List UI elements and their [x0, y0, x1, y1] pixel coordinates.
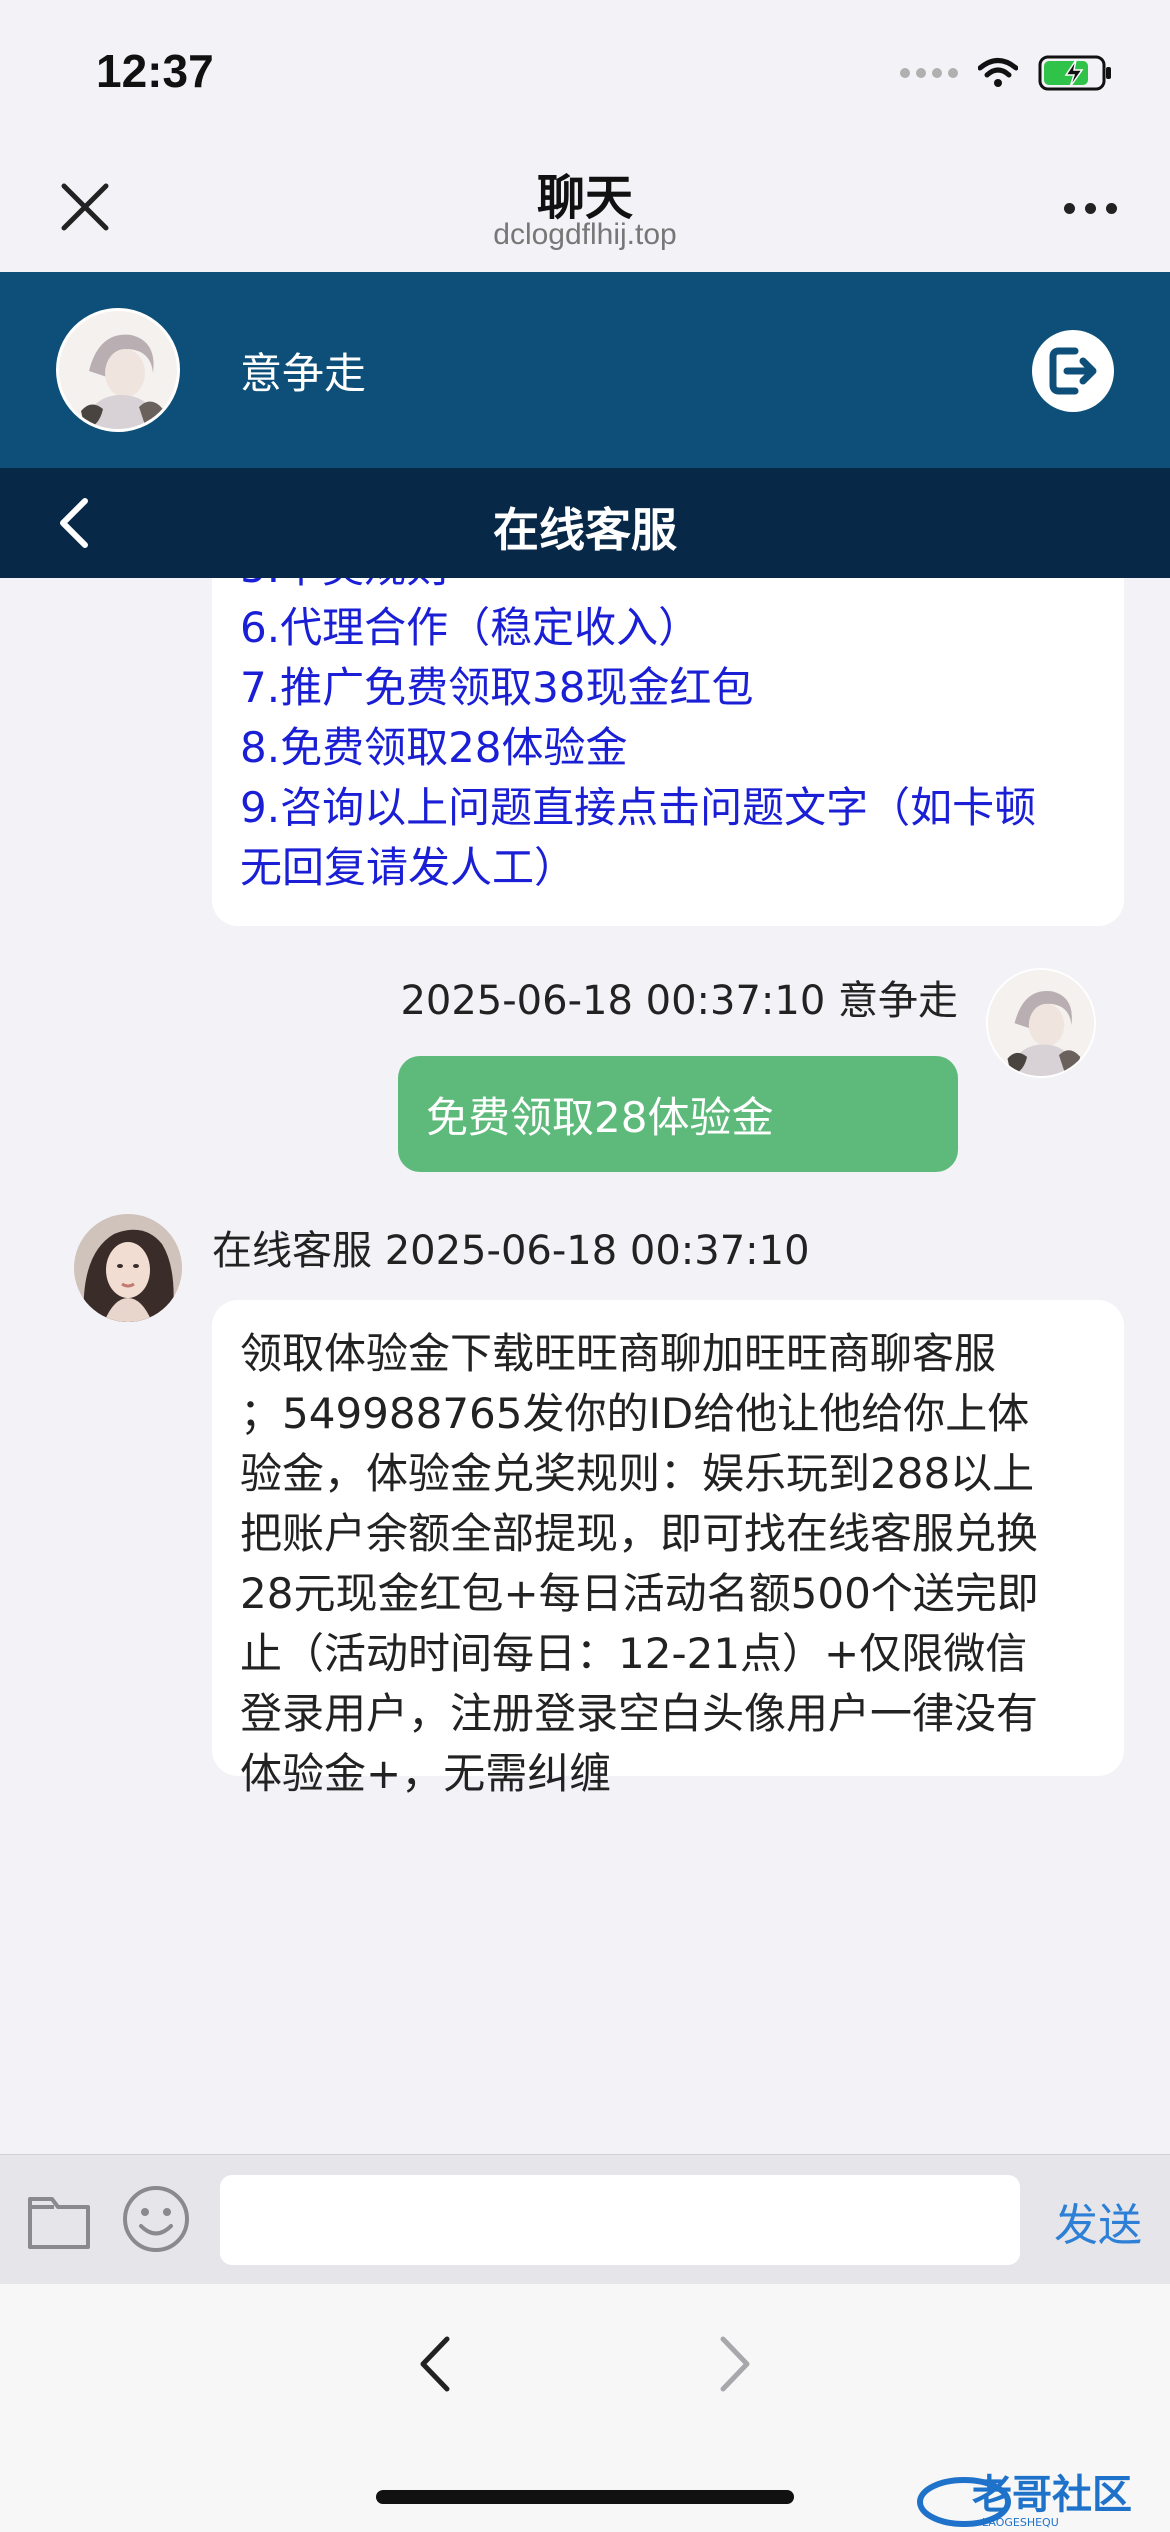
send-button[interactable]: 发送	[1054, 2189, 1142, 2253]
home-indicator	[376, 2490, 794, 2504]
cellular-signal-icon	[900, 68, 958, 78]
nav-title: 在线客服	[493, 503, 677, 557]
browser-forward-button[interactable]	[700, 2324, 770, 2404]
menu-item[interactable]: 9.咨询以上问题直接点击问题文字（如卡顿	[240, 778, 1036, 838]
menu-list: 5.中奖规则 6.代理合作（稳定收入） 7.推广免费领取38现金红包 8.免费领…	[240, 578, 1036, 898]
user-avatar[interactable]	[56, 308, 180, 432]
page-domain: dclogdflhij.top	[493, 218, 677, 251]
user-avatar-small	[986, 968, 1096, 1078]
menu-bubble: 5.中奖规则 6.代理合作（稳定收入） 7.推广免费领取38现金红包 8.免费领…	[212, 578, 1124, 926]
message-line: 止（活动时间每日：12-21点）+仅限微信	[240, 1629, 1028, 1678]
message-line: 验金，体验金兑奖规则：娱乐玩到288以上	[240, 1449, 1035, 1498]
menu-item[interactable]: 8.免费领取28体验金	[240, 718, 1036, 778]
status-time: 12:37	[96, 45, 214, 97]
message-input[interactable]	[220, 2175, 1020, 2265]
message-line: 体验金+，无需纠缠	[240, 1749, 612, 1798]
attach-file-button[interactable]	[24, 2185, 94, 2255]
emoji-icon	[123, 2186, 189, 2252]
menu-item[interactable]: 6.代理合作（稳定收入）	[240, 598, 1036, 658]
message-line: 登录用户，注册登录空白头像用户一律没有	[240, 1689, 1039, 1738]
watermark-logo: 老哥社区 LAOGESHEQU	[912, 2470, 1152, 2530]
sent-message-bubble: 免费领取28体验金	[398, 1056, 958, 1172]
message-line: ；549988765发你的ID给他让他给你上体	[240, 1389, 1030, 1438]
message-line: 把账户余额全部提现，即可找在线客服兑换	[240, 1509, 1039, 1558]
menu-item[interactable]: 5.中奖规则	[240, 578, 1036, 598]
user-bar: 意争走	[0, 272, 1170, 468]
folder-icon	[28, 2197, 90, 2249]
logout-button[interactable]	[1032, 330, 1114, 412]
browser-header: 聊天 dclogdflhij.top	[0, 140, 1170, 272]
more-options-button[interactable]	[1050, 178, 1130, 238]
logout-icon	[1049, 347, 1097, 395]
battery-icon	[1038, 55, 1111, 91]
nav-bar: 在线客服	[0, 468, 1170, 578]
input-bar: 发送	[0, 2154, 1170, 2284]
chat-area[interactable]: 5.中奖规则 6.代理合作（稳定收入） 7.推广免费领取38现金红包 8.免费领…	[0, 578, 1170, 2154]
service-avatar	[74, 1214, 182, 1322]
status-icons	[900, 48, 1114, 98]
menu-item[interactable]: 无回复请发人工）	[240, 838, 1036, 898]
watermark-subtext: LAOGESHEQU	[982, 2516, 1059, 2529]
watermark-text: 老哥社区	[972, 2472, 1132, 2518]
message-meta: 在线客服 2025-06-18 00:37:10	[212, 1228, 810, 1274]
browser-back-button[interactable]	[400, 2324, 470, 2404]
message-line: 领取体验金下载旺旺商聊加旺旺商聊客服	[240, 1329, 997, 1378]
wifi-icon	[978, 58, 1018, 87]
emoji-button[interactable]	[120, 2183, 192, 2255]
message-line: 28元现金红包+每日活动名额500个送完即	[240, 1569, 1039, 1618]
received-message-bubble: 领取体验金下载旺旺商聊加旺旺商聊客服 ；549988765发你的ID给他让他给你…	[212, 1300, 1124, 1798]
message-meta: 2025-06-18 00:37:10 意争走	[400, 978, 958, 1024]
user-name: 意争走	[240, 349, 367, 398]
menu-item[interactable]: 7.推广免费领取38现金红包	[240, 658, 1036, 718]
chevron-left-icon	[420, 2336, 450, 2392]
status-bar: 12:37	[0, 0, 1170, 140]
chevron-right-icon	[720, 2336, 750, 2392]
